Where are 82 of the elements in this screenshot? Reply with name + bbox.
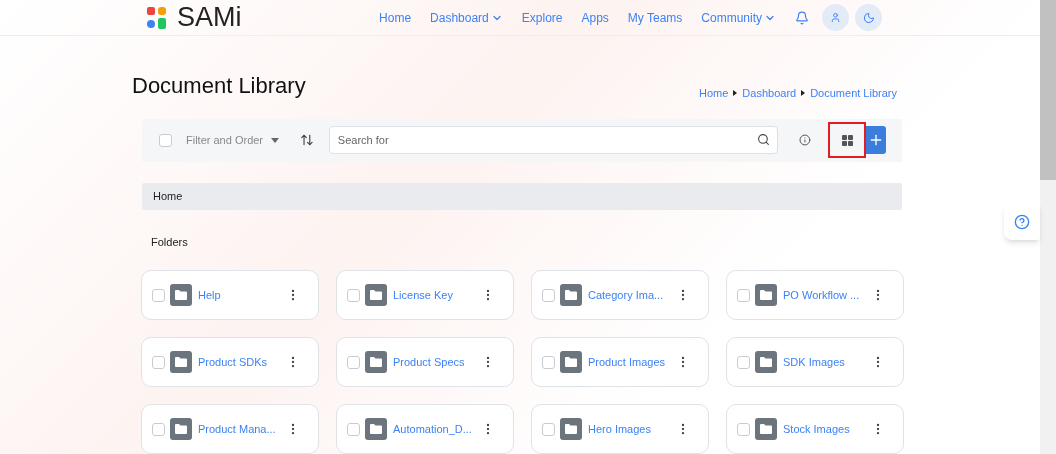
folder-name[interactable]: SDK Images bbox=[783, 353, 845, 371]
folder-name[interactable]: Product Mana... bbox=[198, 420, 276, 438]
checkbox[interactable] bbox=[542, 422, 555, 436]
path-bar: Home bbox=[142, 182, 902, 210]
folder-name[interactable]: Stock Images bbox=[783, 420, 850, 438]
folder-icon bbox=[755, 418, 777, 440]
brand-name: SAMi bbox=[177, 1, 242, 35]
caret-right-icon bbox=[733, 89, 738, 96]
checkbox[interactable] bbox=[737, 288, 750, 302]
filter-dropdown[interactable]: Filter and Order bbox=[186, 132, 280, 149]
folder-card[interactable]: Product Images bbox=[531, 337, 709, 387]
checkbox[interactable] bbox=[347, 422, 360, 436]
logo-icon bbox=[147, 6, 167, 29]
folder-name[interactable]: License Key bbox=[393, 286, 453, 304]
folder-card[interactable]: Product Mana... bbox=[141, 404, 319, 454]
checkbox[interactable] bbox=[542, 288, 555, 302]
search-field[interactable]: Search for bbox=[328, 126, 778, 155]
folder-name[interactable]: PO Workflow ... bbox=[783, 286, 860, 304]
folder-card[interactable]: Category Ima... bbox=[531, 270, 709, 320]
help-icon bbox=[1014, 213, 1030, 230]
page-title: Document Library bbox=[132, 72, 306, 100]
folder-card[interactable]: Product SDKs bbox=[141, 337, 319, 387]
search-icon[interactable] bbox=[757, 133, 770, 147]
checkbox[interactable] bbox=[347, 355, 360, 369]
checkbox[interactable] bbox=[737, 355, 750, 369]
folder-name[interactable]: Product Specs bbox=[393, 353, 465, 371]
breadcrumb-link[interactable]: Document Library bbox=[810, 84, 897, 101]
info-icon[interactable] bbox=[799, 134, 811, 147]
breadcrumb-link[interactable]: Dashboard bbox=[742, 84, 797, 101]
folder-icon bbox=[560, 418, 582, 440]
folder-card[interactable]: Help bbox=[141, 270, 319, 320]
checkbox[interactable] bbox=[152, 355, 165, 369]
checkbox[interactable] bbox=[347, 288, 360, 302]
grid-icon bbox=[841, 134, 853, 146]
folder-card[interactable]: SDK Images bbox=[726, 337, 904, 387]
nav-link[interactable]: Explore bbox=[521, 8, 563, 27]
profile-button[interactable] bbox=[822, 4, 849, 31]
folder-icon bbox=[755, 351, 777, 373]
folder-card[interactable]: PO Workflow ... bbox=[726, 270, 904, 320]
moon-icon bbox=[862, 11, 875, 24]
folder-name[interactable]: Hero Images bbox=[588, 420, 651, 438]
folder-name[interactable]: Automation_D... bbox=[393, 420, 472, 438]
folder-icon bbox=[170, 284, 192, 306]
folder-icon bbox=[560, 284, 582, 306]
help-button[interactable] bbox=[1004, 203, 1040, 240]
folder-name[interactable]: Product Images bbox=[588, 353, 666, 371]
checkbox[interactable] bbox=[152, 288, 165, 302]
folder-card[interactable]: Hero Images bbox=[531, 404, 709, 454]
nav-link[interactable]: Apps bbox=[581, 8, 609, 27]
checkbox[interactable] bbox=[159, 133, 172, 147]
caret-right-icon bbox=[801, 89, 806, 96]
theme-toggle-button[interactable] bbox=[855, 4, 882, 31]
nav-link[interactable]: My Teams bbox=[627, 8, 683, 27]
folder-card[interactable]: License Key bbox=[336, 270, 514, 320]
folder-name[interactable]: Help bbox=[198, 286, 221, 304]
folder-name[interactable]: Category Ima... bbox=[588, 286, 664, 304]
folder-card[interactable]: Automation_D... bbox=[336, 404, 514, 454]
checkbox[interactable] bbox=[542, 355, 555, 369]
scrollbar[interactable] bbox=[1040, 0, 1056, 454]
folder-name[interactable]: Product SDKs bbox=[198, 353, 268, 371]
folder-icon bbox=[365, 351, 387, 373]
user-icon bbox=[830, 12, 841, 23]
add-button[interactable] bbox=[866, 126, 886, 155]
checkbox[interactable] bbox=[737, 422, 750, 436]
checkbox[interactable] bbox=[152, 422, 165, 436]
caret-down-icon bbox=[271, 137, 280, 143]
bell-icon[interactable] bbox=[795, 10, 809, 25]
breadcrumb-link[interactable]: Home bbox=[699, 84, 729, 101]
folder-icon bbox=[170, 351, 192, 373]
sort-icon[interactable] bbox=[300, 133, 314, 148]
nav-link[interactable]: Community bbox=[701, 8, 776, 27]
folder-icon bbox=[560, 351, 582, 373]
folder-card[interactable]: Product Specs bbox=[336, 337, 514, 387]
grid-view-button[interactable] bbox=[827, 122, 867, 159]
folder-card[interactable]: Stock Images bbox=[726, 404, 904, 454]
folder-icon bbox=[365, 284, 387, 306]
nav-link[interactable]: Home bbox=[379, 8, 412, 27]
folder-icon bbox=[170, 418, 192, 440]
section-label: Folders bbox=[151, 234, 189, 250]
folder-icon bbox=[755, 284, 777, 306]
folder-icon bbox=[365, 418, 387, 440]
nav-link[interactable]: Dashboard bbox=[430, 8, 503, 27]
